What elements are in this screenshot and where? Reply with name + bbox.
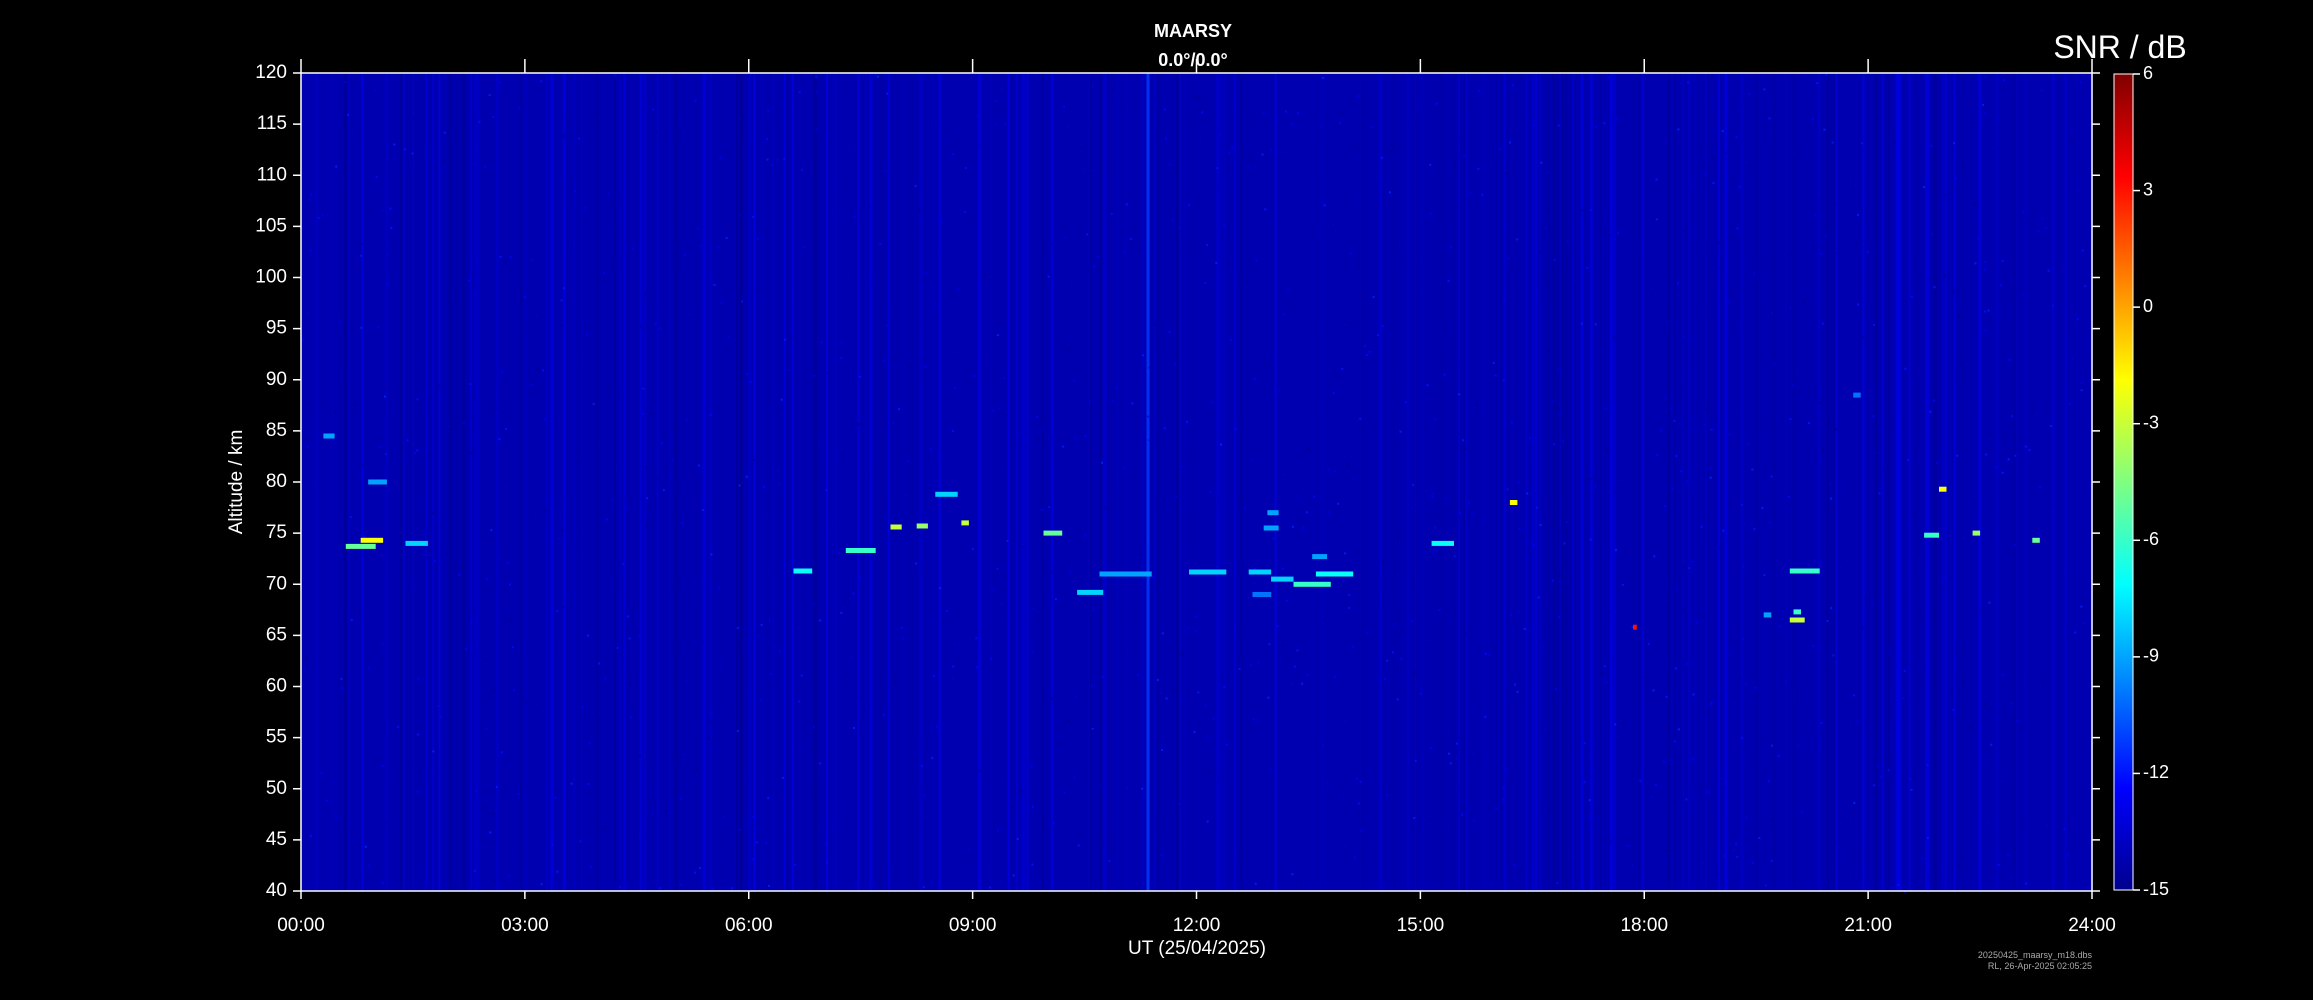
x-tick-label: 12:00 xyxy=(1173,915,1221,936)
echo-cell xyxy=(793,568,813,574)
y-tick-label: 40 xyxy=(266,880,287,901)
y-tick-label: 65 xyxy=(266,624,287,645)
echo-cell xyxy=(323,433,335,439)
chart-title: MAARSY xyxy=(1154,21,1232,41)
echo-cell xyxy=(1431,540,1454,546)
y-tick-label: 60 xyxy=(266,676,287,697)
colorbar-tick-label: 3 xyxy=(2143,179,2153,199)
echo-cell xyxy=(1099,571,1152,577)
echo-cell xyxy=(916,523,928,529)
colorbar-tick-label: -6 xyxy=(2143,529,2159,549)
x-tick-label: 24:00 xyxy=(2068,915,2116,936)
colorbar-tick-label: 0 xyxy=(2143,296,2153,316)
y-tick-label: 80 xyxy=(266,471,287,492)
y-tick-label: 95 xyxy=(266,318,287,339)
echo-cell xyxy=(1189,569,1227,575)
echo-cell xyxy=(1793,609,1801,615)
echo-cell xyxy=(405,540,428,546)
colorbar-ticks: -15 -12 -9 -6 -3 0 3 6 xyxy=(2133,63,2169,899)
echo-cell xyxy=(1252,592,1272,597)
echo-cell xyxy=(1267,510,1279,516)
y-tick-label: 120 xyxy=(255,62,287,83)
colorbar-tick-label: -9 xyxy=(2143,646,2159,666)
y-tick-label: 110 xyxy=(257,164,287,185)
colorbar-tick-label: -3 xyxy=(2143,412,2159,432)
y-axis-title: Altitude / km xyxy=(226,430,247,535)
interference-line xyxy=(1146,73,1150,891)
colorbar xyxy=(2113,73,2134,891)
echo-cell xyxy=(1312,554,1328,560)
y-tick-label: 55 xyxy=(266,727,287,748)
x-tick-label: 21:00 xyxy=(1844,915,1892,936)
echo-cell xyxy=(1633,624,1637,630)
footer-filename: 20250425_maarsy_m18.dbs xyxy=(1978,950,2093,960)
y-tick-label: 45 xyxy=(266,829,287,850)
footer-timestamp: RL, 26-Apr-2025 02:05:25 xyxy=(1988,961,2092,971)
echo-cell xyxy=(1972,530,1981,536)
echo-cell xyxy=(1763,612,1772,618)
x-tick-label: 18:00 xyxy=(1620,915,1668,936)
echo-cell xyxy=(1263,525,1279,531)
x-tick-label: 00:00 xyxy=(277,915,325,936)
heatmap-background xyxy=(301,73,2092,891)
echo-cell xyxy=(1853,392,1861,398)
echo-cell xyxy=(1939,486,1947,492)
echo-cell xyxy=(890,524,902,530)
y-tick-label: 115 xyxy=(257,113,287,134)
echo-cell xyxy=(935,491,958,497)
x-axis-title: UT (25/04/2025) xyxy=(1128,938,1266,959)
echo-cell xyxy=(1315,571,1354,577)
echo-cell xyxy=(1077,589,1104,595)
echo-cell xyxy=(1924,532,1939,538)
chart-svg: MAARSY 0.0°/0.0° 40455055606570758085909… xyxy=(226,21,2187,971)
echo-cell xyxy=(1043,530,1063,536)
y-tick-label: 100 xyxy=(255,267,287,288)
y-tick-label: 90 xyxy=(266,369,287,390)
echo-cell xyxy=(345,543,376,549)
colorbar-title: SNR / dB xyxy=(2053,29,2186,65)
echo-cell xyxy=(1248,569,1272,575)
x-tick-label: 09:00 xyxy=(949,915,997,936)
colorbar-tick-label: 6 xyxy=(2143,63,2153,83)
echo-cell xyxy=(1789,617,1805,623)
y-tick-label: 70 xyxy=(266,573,287,594)
x-tick-label: 06:00 xyxy=(725,915,773,936)
x-tick-label: 15:00 xyxy=(1397,915,1445,936)
echo-cell xyxy=(360,537,384,543)
echo-cell xyxy=(961,520,969,526)
y-tick-label: 85 xyxy=(266,420,287,441)
heatmap-area xyxy=(301,73,2093,893)
echo-cell xyxy=(1509,500,1518,505)
echo-cell xyxy=(845,548,876,553)
echo-cell xyxy=(368,479,387,485)
y-tick-label: 105 xyxy=(255,215,287,236)
chart-subtitle: 0.0°/0.0° xyxy=(1158,50,1227,70)
y-tick-label: 50 xyxy=(266,778,287,799)
echo-cell xyxy=(1293,581,1331,587)
echo-cell xyxy=(2032,537,2040,543)
y-tick-label: 75 xyxy=(266,522,287,543)
x-tick-label: 03:00 xyxy=(501,915,549,936)
colorbar-tick-label: -12 xyxy=(2143,762,2169,782)
echo-cell xyxy=(1789,568,1820,574)
colorbar-tick-label: -15 xyxy=(2143,879,2169,899)
echo-cell xyxy=(1271,576,1294,582)
